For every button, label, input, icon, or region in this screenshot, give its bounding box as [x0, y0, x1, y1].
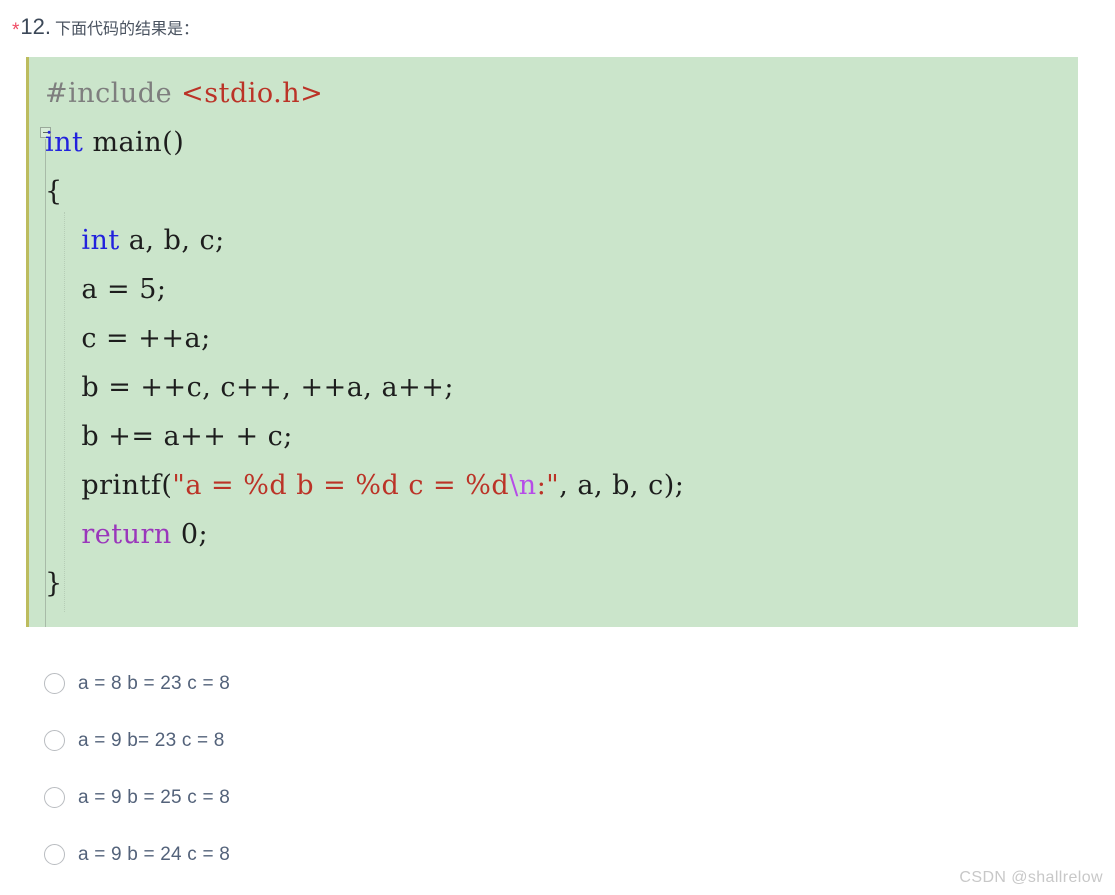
- code-token-keyword2: return: [81, 519, 172, 550]
- code-line: #include <stdio.h>: [45, 69, 1078, 118]
- code-line: return 0;: [45, 510, 1078, 559]
- answer-option-label: a = 9 b = 24 c = 8: [78, 843, 231, 865]
- question-header: * 12. 下面代码的结果是：: [12, 14, 199, 40]
- code-token-string: "a = %d b = %d c = %d: [172, 470, 510, 501]
- code-line: int a, b, c;: [45, 216, 1078, 265]
- question-prompt-text: 下面代码的结果是：: [55, 21, 200, 38]
- code-line: b = ++c, c++, ++a, a++;: [45, 363, 1078, 412]
- answer-option-row[interactable]: a = 8 b = 23 c = 8: [44, 655, 844, 712]
- code-token-plain: b += a++ + c;: [45, 421, 293, 452]
- answer-options-list: a = 8 b = 23 c = 8 a = 9 b= 23 c = 8 a = 9…: [44, 655, 844, 883]
- answer-option-row[interactable]: a = 9 b = 24 c = 8: [44, 826, 844, 883]
- code-token-escape: \n: [509, 470, 537, 501]
- code-token-plain: a, b, c;: [119, 225, 225, 256]
- csdn-watermark: CSDN @shallrelow: [959, 869, 1103, 886]
- code-token-string: :": [536, 470, 560, 501]
- code-token-header: <stdio.h>: [181, 78, 324, 109]
- code-line: a = 5;: [45, 265, 1078, 314]
- code-line: {: [45, 167, 1078, 216]
- code-line: b += a++ + c;: [45, 412, 1078, 461]
- answer-option-row[interactable]: a = 9 b= 23 c = 8: [44, 712, 844, 769]
- radio-button-option-c[interactable]: [44, 787, 65, 808]
- answer-option-label: a = 9 b= 23 c = 8: [78, 729, 225, 751]
- answer-option-row[interactable]: a = 9 b = 25 c = 8: [44, 769, 844, 826]
- radio-button-option-a[interactable]: [44, 673, 65, 694]
- code-line: printf("a = %d b = %d c = %d\n:", a, b, …: [45, 461, 1078, 510]
- code-line: c = ++a;: [45, 314, 1078, 363]
- code-line: }: [45, 559, 1078, 608]
- code-token-plain: c = ++a;: [45, 323, 211, 354]
- required-asterisk-icon: *: [12, 20, 20, 41]
- code-token-keyword: int: [81, 225, 120, 256]
- code-token-plain: 0;: [171, 519, 209, 550]
- question-number: 12.: [20, 14, 51, 39]
- code-token-preprocessor: #include: [45, 78, 182, 109]
- code-block: #include <stdio.h> int main(){ int a, b, …: [26, 57, 1078, 627]
- code-token-keyword: int: [45, 127, 84, 158]
- code-token-plain: main(): [83, 127, 185, 158]
- code-token-plain: , a, b, c);: [559, 470, 685, 501]
- code-token-plain: a = 5;: [45, 274, 167, 305]
- code-token-plain: }: [45, 568, 63, 599]
- answer-option-label: a = 8 b = 23 c = 8: [78, 672, 231, 694]
- answer-option-label: a = 9 b = 25 c = 8: [78, 786, 231, 808]
- radio-button-option-d[interactable]: [44, 844, 65, 865]
- code-line: int main(): [45, 118, 1078, 167]
- radio-button-option-b[interactable]: [44, 730, 65, 751]
- code-content: #include <stdio.h> int main(){ int a, b, …: [29, 57, 1078, 608]
- code-token-plain: printf(: [45, 470, 173, 501]
- code-token-plain: b = ++c, c++, ++a, a++;: [45, 372, 454, 403]
- code-token-plain: {: [45, 176, 63, 207]
